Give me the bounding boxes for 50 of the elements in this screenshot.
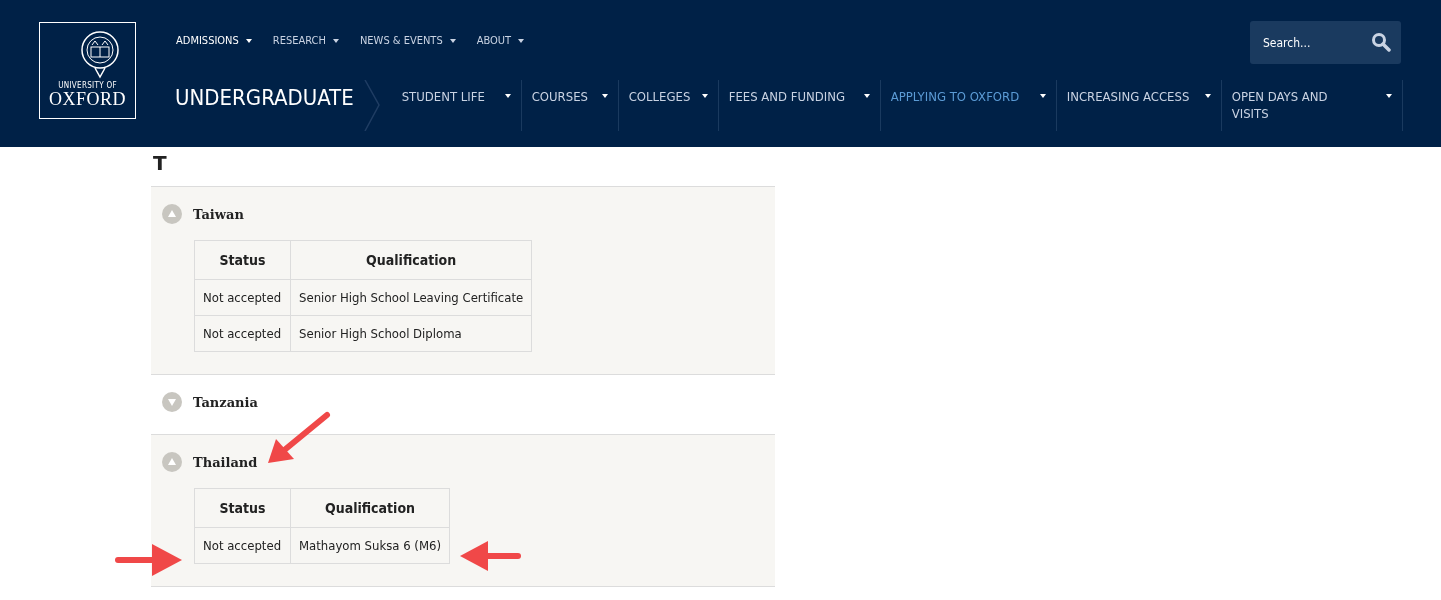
caret-icon (601, 94, 608, 98)
section-nav-link[interactable]: COLLEGES (618, 80, 719, 131)
column-header: Status (194, 240, 291, 280)
collapse-icon[interactable] (162, 204, 182, 224)
table-cell: Senior High School Diploma (290, 315, 532, 352)
logo-wordmark: OXFORD (49, 90, 126, 108)
logo-text: UNIVERSITY OF (58, 81, 117, 90)
university-logo[interactable]: UNIVERSITY OF OXFORD (39, 22, 136, 119)
collapse-icon[interactable] (162, 452, 182, 472)
column-header: Status (194, 488, 291, 528)
top-nav-link[interactable]: ADMISSIONS (176, 34, 252, 47)
caret-icon (518, 39, 525, 43)
section-nav-link[interactable]: INCREASING ACCESS (1056, 80, 1222, 131)
top-nav-link[interactable]: RESEARCH (272, 34, 339, 47)
section-nav-link[interactable]: STUDENT LIFE (391, 80, 522, 131)
crest-icon (79, 31, 121, 79)
caret-icon (863, 94, 870, 98)
caret-icon (504, 94, 511, 98)
caret-icon (1385, 94, 1392, 98)
country-heading[interactable]: Tanzania (193, 394, 258, 410)
caret-icon (1204, 94, 1211, 98)
table-cell: Not accepted (194, 527, 291, 564)
section-nav-link[interactable]: FEES AND FUNDING (718, 80, 881, 131)
top-nav-link[interactable]: NEWS & EVENTS (359, 34, 456, 47)
section-nav-link[interactable]: APPLYING TO OXFORD (880, 80, 1057, 131)
caret-icon (245, 39, 252, 43)
section-title[interactable]: UNDERGRADUATE (175, 80, 364, 131)
table-cell: Not accepted (194, 315, 291, 352)
letter-heading: T (153, 151, 168, 175)
search-icon[interactable] (1371, 32, 1391, 52)
pointer-arrow (268, 412, 330, 463)
breadcrumb-chevron-icon (363, 80, 380, 131)
table-cell: Mathayom Suksa 6 (M6) (290, 527, 450, 564)
search-field[interactable]: Search... (1250, 21, 1401, 64)
top-nav-link[interactable]: ABOUT (476, 34, 525, 47)
caret-icon (332, 39, 339, 43)
pointer-arrow (460, 541, 521, 571)
country-heading[interactable]: Thailand (193, 454, 258, 470)
country-heading[interactable]: Taiwan (193, 206, 244, 222)
section-nav-link[interactable]: OPEN DAYS AND VISITS (1221, 80, 1403, 131)
table-cell: Senior High School Leaving Certificate (290, 279, 532, 316)
section-nav-link[interactable]: COURSES (521, 80, 619, 131)
table-cell: Not accepted (194, 279, 291, 316)
caret-icon (449, 39, 456, 43)
column-header: Qualification (290, 240, 532, 280)
caret-icon (1039, 94, 1046, 98)
caret-icon (701, 94, 708, 98)
pointer-arrow (115, 544, 182, 576)
expand-icon[interactable] (162, 392, 182, 412)
column-header: Qualification (290, 488, 450, 528)
